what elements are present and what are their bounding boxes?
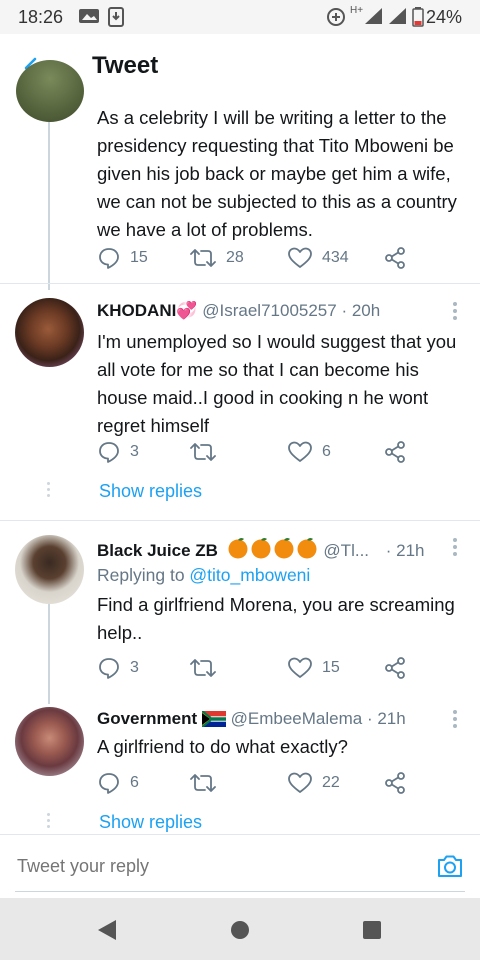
reply-button[interactable]: 6	[98, 772, 139, 794]
tweet-header: Black Juice ZB @Tl... · 21h	[97, 537, 425, 564]
divider	[0, 520, 480, 521]
thread-line	[48, 112, 50, 290]
data-saver-icon	[327, 8, 345, 26]
heart-icon	[288, 657, 312, 678]
reply-button[interactable]: 3	[98, 441, 139, 463]
retweet-button[interactable]	[190, 772, 216, 794]
tweet-text: Find a girlfriend Morena, you are scream…	[97, 594, 455, 643]
divider	[0, 283, 480, 284]
input-underline	[15, 891, 465, 892]
nav-recents-icon[interactable]	[362, 920, 382, 940]
replying-to-prefix: Replying to	[97, 565, 190, 585]
replying-to: Replying to @tito_mboweni	[97, 565, 310, 586]
reply-count: 15	[130, 249, 148, 266]
heart-icon	[288, 772, 312, 793]
gallery-notification-icon	[79, 9, 99, 23]
more-options-icon[interactable]	[452, 538, 458, 559]
battery-icon	[412, 7, 424, 27]
avatar[interactable]	[15, 298, 84, 367]
orange-emojis	[227, 537, 319, 564]
retweet-button[interactable]	[190, 657, 216, 679]
page-title: Tweet	[92, 52, 159, 79]
display-name[interactable]: KHODANI	[97, 301, 176, 320]
reply-count: 3	[130, 443, 139, 460]
retweet-icon	[190, 659, 216, 677]
heart-icon	[288, 441, 312, 462]
status-bar: 18:26 H+ 24%	[0, 0, 480, 34]
like-button[interactable]: 22	[288, 772, 340, 794]
share-icon[interactable]	[384, 441, 406, 463]
user-handle[interactable]: @Tl...	[323, 541, 369, 560]
reply-composer	[0, 834, 480, 899]
share-icon[interactable]	[384, 247, 406, 269]
like-button[interactable]: 434	[288, 247, 349, 269]
reply-icon	[99, 248, 119, 269]
tweet-time: · 21h	[385, 541, 425, 560]
like-count: 22	[322, 774, 340, 791]
network-type: H+	[350, 5, 364, 16]
reply-icon	[99, 442, 119, 463]
signal-icon-2	[389, 8, 406, 24]
tweet-time: · 21h	[366, 709, 406, 728]
show-replies-link[interactable]: Show replies	[99, 812, 202, 833]
retweet-icon	[190, 249, 216, 267]
tweet-text: As a celebrity I will be writing a lette…	[97, 107, 457, 240]
retweet-button[interactable]: 28	[190, 247, 244, 269]
tweet-header: Government @EmbeeMalema · 21h	[97, 709, 406, 729]
avatar[interactable]	[15, 707, 84, 776]
display-name[interactable]: Government	[97, 709, 197, 728]
user-handle[interactable]: @EmbeeMalema	[231, 709, 363, 728]
retweet-button[interactable]	[190, 441, 216, 463]
like-count: 6	[322, 443, 331, 460]
like-count: 434	[322, 249, 349, 266]
reply-icon	[99, 773, 119, 794]
retweet-icon	[190, 774, 216, 792]
reply-button[interactable]: 15	[98, 247, 148, 269]
replying-to-link[interactable]: @tito_mboweni	[189, 565, 310, 585]
tweet-text: I'm unemployed so I would suggest that y…	[97, 331, 457, 436]
share-icon[interactable]	[384, 657, 406, 679]
battery-percent: 24%	[425, 7, 462, 27]
like-button[interactable]: 15	[288, 657, 340, 679]
retweet-count: 28	[226, 249, 244, 266]
avatar[interactable]	[15, 535, 84, 604]
camera-icon[interactable]	[436, 853, 464, 879]
reply-count: 6	[130, 774, 139, 791]
avatar[interactable]	[16, 60, 84, 122]
like-count: 15	[322, 659, 340, 676]
thread-dots	[47, 813, 51, 831]
reply-button[interactable]: 3	[98, 657, 139, 679]
show-replies-link[interactable]: Show replies	[99, 481, 202, 502]
more-options-icon[interactable]	[452, 302, 458, 323]
reply-count: 3	[130, 659, 139, 676]
more-options-icon[interactable]	[452, 710, 458, 731]
like-button[interactable]: 6	[288, 441, 331, 463]
signal-icon	[365, 8, 382, 24]
thread-dots	[47, 482, 51, 500]
heart-emoji: 💞	[176, 301, 198, 320]
nav-back-icon[interactable]	[96, 918, 118, 942]
tweet-text: A girlfriend to do what exactly?	[97, 736, 348, 757]
retweet-icon	[190, 443, 216, 461]
orange-emoji-icon	[228, 538, 317, 559]
reply-input[interactable]	[15, 855, 399, 878]
download-notification-icon	[108, 7, 124, 27]
reply-icon	[99, 658, 119, 679]
heart-icon	[288, 247, 312, 268]
user-handle[interactable]: @Israel71005257	[202, 301, 336, 320]
thread-line	[48, 604, 50, 704]
tweet-time: · 20h	[341, 301, 381, 320]
share-icon[interactable]	[384, 772, 406, 794]
display-name[interactable]: Black Juice ZB	[97, 541, 218, 560]
system-nav-bar	[0, 898, 480, 960]
tweet-header: KHODANI💞 @Israel71005257 · 20h	[97, 301, 380, 321]
south-africa-flag-icon	[201, 710, 226, 728]
nav-home-icon[interactable]	[230, 920, 250, 940]
status-time: 18:26	[18, 7, 64, 27]
